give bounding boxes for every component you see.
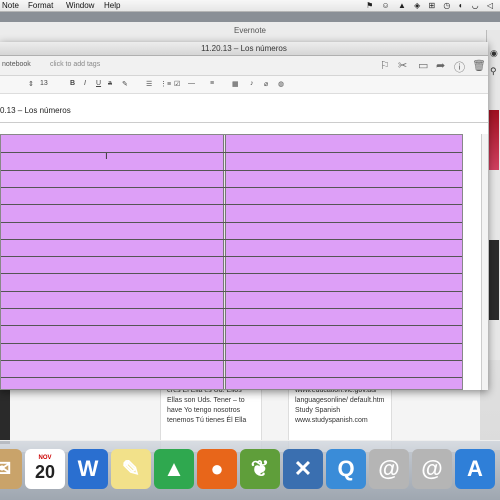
trash-icon[interactable]: 🗑 <box>472 59 486 72</box>
purple-table[interactable]: I <box>0 134 463 390</box>
menu-bar: Note Format Window Help ⚑ ☺ ▲ ◈ ⊞ ◷ ◐ ◡ … <box>0 0 500 12</box>
calendar-day: 20 <box>34 462 56 482</box>
bullets-button[interactable]: ☰ <box>146 80 152 88</box>
attach-icon[interactable]: ⌀ <box>264 80 268 88</box>
menu-window[interactable]: Window <box>66 1 94 10</box>
thumbnail-image <box>489 110 499 170</box>
table-button[interactable]: ▦ <box>232 80 239 88</box>
table-row-border <box>1 169 462 171</box>
table-row-border <box>1 256 462 258</box>
table-column-separator[interactable] <box>223 135 226 389</box>
horizontal-rule-button[interactable]: — <box>188 80 195 87</box>
note-window: 11.20.13 – Los números notebook click to… <box>0 42 488 390</box>
calendar-month: NOV <box>38 455 52 461</box>
background-dark-panel <box>0 384 10 444</box>
dock: ✉ NOV 20 W ✎ ▲ ● ❦ ✕ Q @ @ A <box>0 440 500 500</box>
note-tag-bar: notebook click to add tags ⚐ ✂ ▭ ➦ ⓘ 🗑 <box>0 56 488 76</box>
firefox-icon[interactable]: ● <box>197 449 237 489</box>
evernote-icon[interactable]: ❦ <box>240 449 280 489</box>
heading-divider <box>0 122 488 123</box>
table-row-border <box>1 290 462 292</box>
forward-icon[interactable]: ➦ <box>436 59 445 72</box>
info-icon[interactable]: ⓘ <box>454 59 465 75</box>
formatting-toolbar: ⇕ 13 B I U a ✎ ☰ ⋮≡ ☑ — ≡ ▦ ♪ ⌀ ◍ <box>0 76 488 94</box>
microphone-icon[interactable]: ♪ <box>250 80 254 87</box>
align-button[interactable]: ≡ <box>210 80 214 87</box>
underline-button[interactable]: U <box>96 80 101 87</box>
menu-help[interactable]: Help <box>104 1 120 10</box>
menu-note[interactable]: Note <box>2 1 19 10</box>
at-icon[interactable]: @ <box>369 449 409 489</box>
presentation-icon[interactable]: ✂ <box>398 59 407 72</box>
search-icon[interactable]: ⚲ <box>490 66 497 77</box>
numbered-list-button[interactable]: ⋮≡ <box>160 80 171 88</box>
at-icon-2[interactable]: @ <box>412 449 452 489</box>
menu-format[interactable]: Format <box>28 1 53 10</box>
table-row-border <box>1 186 462 188</box>
stickies-icon[interactable]: ✎ <box>111 449 151 489</box>
table-row-border <box>1 238 462 240</box>
tags-field[interactable]: click to add tags <box>50 61 100 68</box>
note-heading[interactable]: 0.13 – Los números <box>0 106 71 115</box>
note-scrollbar[interactable] <box>481 134 488 390</box>
table-row-border <box>1 221 462 223</box>
highlight-button[interactable]: ✎ <box>122 80 128 88</box>
table-row-border <box>1 308 462 309</box>
table-row-border <box>1 273 462 275</box>
italic-button[interactable]: I <box>84 80 86 87</box>
mail-icon[interactable]: ✉ <box>0 449 22 489</box>
table-row-border <box>1 359 462 361</box>
table-row-border <box>1 325 462 327</box>
google-drive-icon[interactable]: ▲ <box>154 449 194 489</box>
bold-button[interactable]: B <box>70 80 75 87</box>
size-stepper-icon[interactable]: ⇕ <box>28 80 34 88</box>
strikethrough-button[interactable]: a <box>108 80 112 87</box>
font-size-value[interactable]: 13 <box>40 80 48 87</box>
word-icon[interactable]: W <box>68 449 108 489</box>
right-side-panel: ◉ ⚲ <box>486 30 500 360</box>
notebook-selector[interactable]: notebook <box>2 61 31 68</box>
link-icon[interactable]: ◍ <box>278 80 284 88</box>
thumbnail-dark <box>489 240 499 320</box>
appstore-icon[interactable]: A <box>455 449 495 489</box>
background-window-title: Evernote <box>233 26 267 35</box>
quicktime-icon[interactable]: Q <box>326 449 366 489</box>
status-icons[interactable]: ⚑ ☺ ▲ ◈ ⊞ ◷ ◐ ◡ ◁ <box>366 1 496 10</box>
table-row-border <box>1 342 462 344</box>
table-row-border <box>1 377 462 379</box>
xcode-icon[interactable]: ✕ <box>283 449 323 489</box>
reminder-icon[interactable]: ⚐ <box>380 59 390 72</box>
share-icon[interactable]: ▭ <box>418 59 428 72</box>
color-wheel-icon[interactable]: ◉ <box>490 48 498 59</box>
table-row-border <box>1 204 462 206</box>
note-window-title: 11.20.13 – Los números <box>0 42 488 56</box>
calendar-icon[interactable]: NOV 20 <box>25 449 65 489</box>
checkbox-button[interactable]: ☑ <box>174 80 180 88</box>
table-row-border <box>1 152 462 154</box>
